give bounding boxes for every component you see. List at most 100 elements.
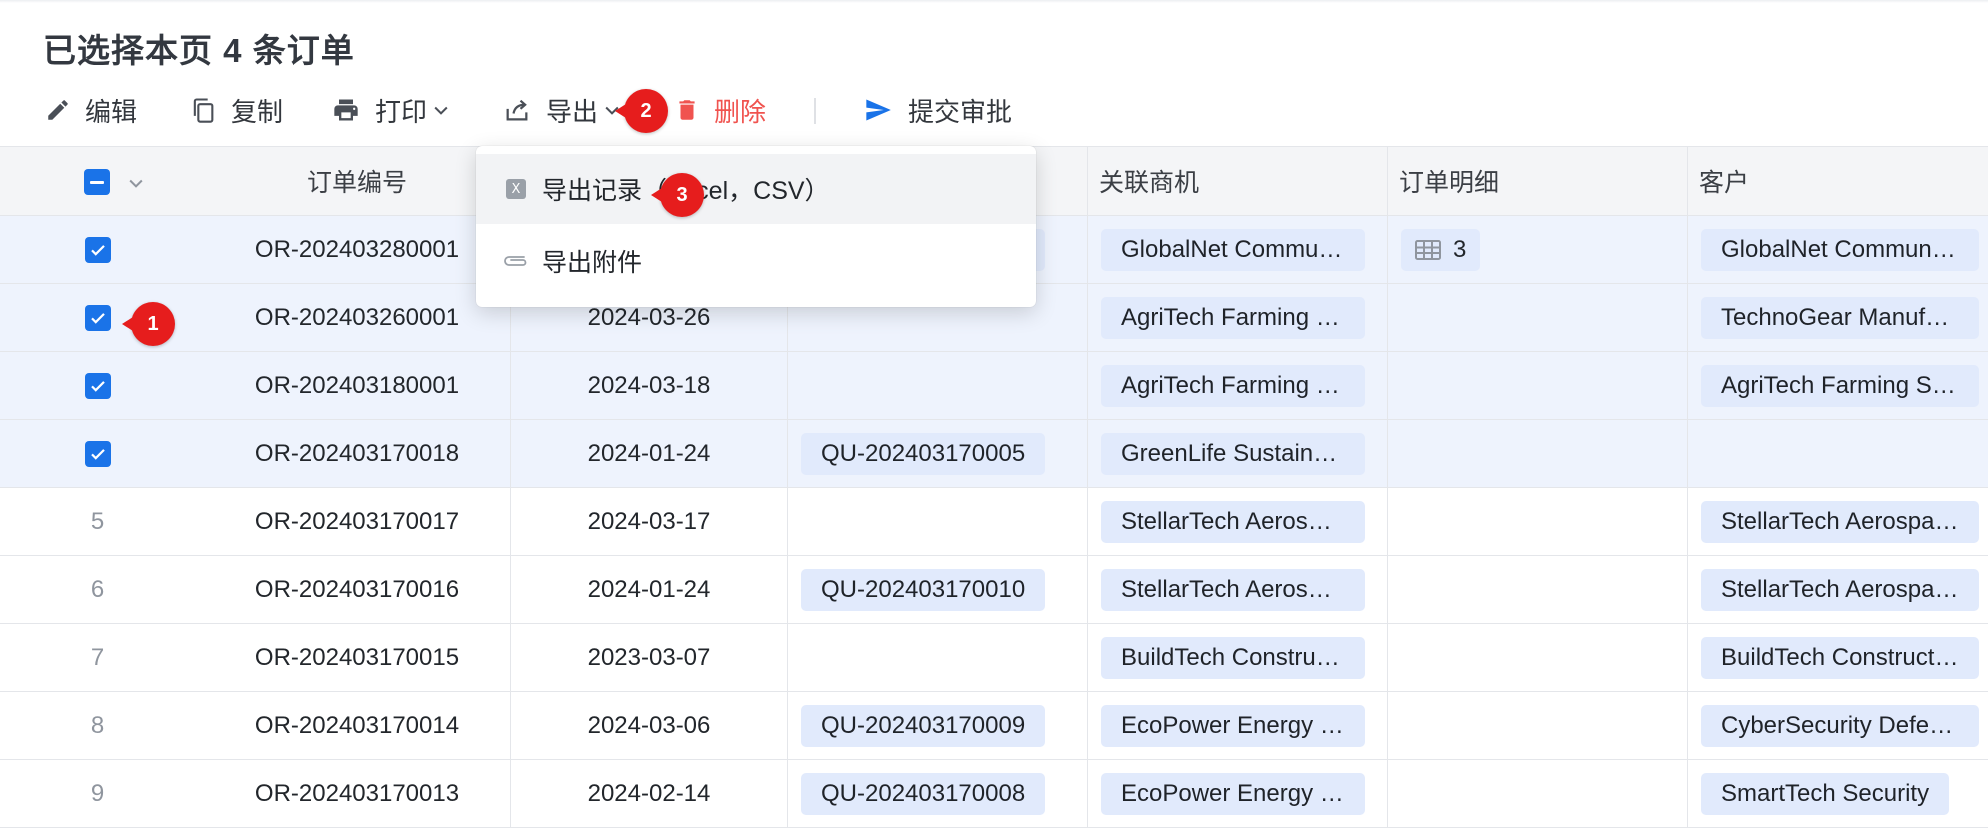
opportunity-tag[interactable]: GlobalNet Communications <box>1101 228 1365 271</box>
customer-tag[interactable]: TechnoGear Manufacturing <box>1701 296 1979 339</box>
opportunity-tag[interactable]: StellarTech Aerospace <box>1101 500 1365 543</box>
opportunity-cell[interactable]: AgriTech Farming Solutions <box>1087 352 1387 419</box>
select-all-checkbox[interactable] <box>84 169 110 195</box>
row-checkbox[interactable] <box>84 372 111 399</box>
customer-cell[interactable]: TechnoGear Manufacturing <box>1687 284 1988 351</box>
details-cell[interactable] <box>1387 556 1687 623</box>
export-button[interactable]: 导出 <box>502 84 622 136</box>
customer-tag[interactable]: BuildTech Construction <box>1701 636 1979 679</box>
customer-tag[interactable]: SmartTech Security <box>1701 772 1950 815</box>
order-number-cell[interactable]: OR-202403280001 <box>204 216 510 283</box>
column-header-customer[interactable]: 客户 <box>1687 147 1988 215</box>
submit-approval-button[interactable]: 提交审批 <box>862 84 1012 136</box>
opportunity-cell[interactable]: AgriTech Farming Solutions <box>1087 284 1387 351</box>
order-number-cell[interactable]: OR-202403170018 <box>204 420 510 487</box>
delete-button[interactable]: 删除 <box>674 84 766 136</box>
details-cell[interactable] <box>1387 760 1687 827</box>
details-cell[interactable] <box>1387 352 1687 419</box>
customer-cell[interactable]: StellarTech Aerospace <box>1687 488 1988 555</box>
customer-cell[interactable]: BuildTech Construction <box>1687 624 1988 691</box>
opportunity-cell[interactable]: BuildTech Construction <box>1087 624 1387 691</box>
details-cell[interactable] <box>1387 624 1687 691</box>
order-date-cell[interactable]: 2024-03-17 <box>510 488 787 555</box>
quote-cell[interactable]: QU-202403170008 <box>787 760 1087 827</box>
export-records-item[interactable]: X 导出记录（Excel，CSV） <box>476 154 1036 224</box>
table-row[interactable]: 5 OR-202403170017 2024-03-17 StellarTech Ae… <box>0 488 1988 556</box>
table-row[interactable]: OR-202403170018 2024-01-24 QU-202403170005… <box>0 420 1988 488</box>
quote-tag[interactable]: QU-202403170008 <box>801 772 1046 815</box>
order-date-cell[interactable]: 2024-02-14 <box>510 760 787 827</box>
quote-cell[interactable]: QU-202403170010 <box>787 556 1087 623</box>
table-row[interactable]: OR-202403180001 2024-03-18 AgriTech Farmin… <box>0 352 1988 420</box>
order-number-cell[interactable]: OR-202403170017 <box>204 488 510 555</box>
details-tag[interactable]: 3 <box>1401 228 1481 271</box>
order-number-cell[interactable]: OR-202403170013 <box>204 760 510 827</box>
order-number-cell[interactable]: OR-202403170015 <box>204 624 510 691</box>
row-checkbox[interactable] <box>84 236 111 263</box>
customer-cell[interactable]: StellarTech Aerospace <box>1687 556 1988 623</box>
customer-cell[interactable]: CyberSecurity Defense <box>1687 692 1988 759</box>
quote-cell[interactable] <box>787 488 1087 555</box>
opportunity-tag[interactable]: EcoPower Energy Solutions <box>1101 772 1365 815</box>
order-number-cell[interactable]: OR-202403260001 <box>204 284 510 351</box>
order-date-cell[interactable]: 2024-03-18 <box>510 352 787 419</box>
edit-button[interactable]: 编辑 <box>45 84 137 136</box>
opportunity-cell[interactable]: EcoPower Energy Solutions <box>1087 760 1387 827</box>
order-number-cell[interactable]: OR-202403170014 <box>204 692 510 759</box>
chevron-down-icon[interactable] <box>126 173 146 193</box>
opportunity-tag[interactable]: AgriTech Farming Solutions <box>1101 296 1365 339</box>
opportunity-cell[interactable]: GreenLife Sustainability <box>1087 420 1387 487</box>
customer-tag[interactable]: StellarTech Aerospace <box>1701 568 1979 611</box>
opportunity-tag[interactable]: GreenLife Sustainability <box>1101 432 1365 475</box>
details-cell[interactable] <box>1387 420 1687 487</box>
details-cell[interactable] <box>1387 692 1687 759</box>
quote-cell[interactable] <box>787 352 1087 419</box>
details-cell[interactable] <box>1387 284 1687 351</box>
row-checkbox[interactable] <box>84 304 111 331</box>
row-select-cell <box>0 352 195 419</box>
quote-cell[interactable]: QU-202403170005 <box>787 420 1087 487</box>
opportunity-tag[interactable]: AgriTech Farming Solutions <box>1101 364 1365 407</box>
row-checkbox[interactable] <box>84 440 111 467</box>
print-label: 打印 <box>375 96 428 127</box>
opportunity-cell[interactable]: StellarTech Aerospace <box>1087 488 1387 555</box>
order-date-cell[interactable]: 2023-03-07 <box>510 624 787 691</box>
customer-cell[interactable] <box>1687 420 1988 487</box>
customer-cell[interactable]: SmartTech Security <box>1687 760 1988 827</box>
quote-tag[interactable]: QU-202403170009 <box>801 704 1046 747</box>
opportunity-tag[interactable]: EcoPower Energy Solutions <box>1101 704 1365 747</box>
customer-tag[interactable]: StellarTech Aerospace <box>1701 500 1979 543</box>
table-row[interactable]: 7 OR-202403170015 2023-03-07 BuildTech Cons… <box>0 624 1988 692</box>
copy-button[interactable]: 复制 <box>189 84 283 136</box>
export-attachments-item[interactable]: 导出附件 <box>476 226 1036 296</box>
details-cell[interactable]: 3 <box>1387 216 1687 283</box>
opportunity-cell[interactable]: EcoPower Energy Solutions <box>1087 692 1387 759</box>
order-number-cell[interactable]: OR-202403180001 <box>204 352 510 419</box>
opportunity-tag[interactable]: BuildTech Construction <box>1101 636 1365 679</box>
column-header-details[interactable]: 订单明细 <box>1387 147 1687 215</box>
print-button[interactable]: 打印 <box>331 84 451 136</box>
customer-tag[interactable]: CyberSecurity Defense <box>1701 704 1979 747</box>
customer-cell[interactable]: GlobalNet Communications <box>1687 216 1988 283</box>
order-number-cell[interactable]: OR-202403170016 <box>204 556 510 623</box>
opportunity-cell[interactable]: StellarTech Aerospace <box>1087 556 1387 623</box>
customer-cell[interactable]: AgriTech Farming Solutions <box>1687 352 1988 419</box>
quote-tag[interactable]: QU-202403170010 <box>801 568 1046 611</box>
column-header-opportunity[interactable]: 关联商机 <box>1087 147 1387 215</box>
column-header-order-no[interactable]: 订单编号 <box>204 147 510 215</box>
table-row[interactable]: 9 OR-202403170013 2024-02-14 QU-20240317000… <box>0 760 1988 828</box>
quote-cell[interactable]: QU-202403170009 <box>787 692 1087 759</box>
customer-tag[interactable]: AgriTech Farming Solutions <box>1701 364 1979 407</box>
order-date-cell[interactable]: 2024-01-24 <box>510 420 787 487</box>
table-row[interactable]: 8 OR-202403170014 2024-03-06 QU-20240317000… <box>0 692 1988 760</box>
opportunity-cell[interactable]: GlobalNet Communications <box>1087 216 1387 283</box>
details-cell[interactable] <box>1387 488 1687 555</box>
quote-cell[interactable] <box>787 624 1087 691</box>
opportunity-tag[interactable]: StellarTech Aerospace <box>1101 568 1365 611</box>
order-date-cell[interactable]: 2024-03-06 <box>510 692 787 759</box>
table-row[interactable]: 6 OR-202403170016 2024-01-24 QU-20240317001… <box>0 556 1988 624</box>
order-date-cell[interactable]: 2024-01-24 <box>510 556 787 623</box>
row-number: 7 <box>90 643 105 671</box>
quote-tag[interactable]: QU-202403170005 <box>801 432 1046 475</box>
customer-tag[interactable]: GlobalNet Communications <box>1701 228 1979 271</box>
